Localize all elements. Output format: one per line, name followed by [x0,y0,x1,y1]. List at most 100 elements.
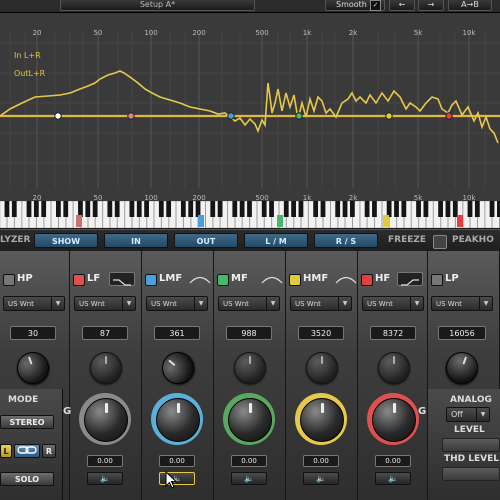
chevron-down-icon: ▼ [338,297,351,310]
band-hmf-freq[interactable]: 3520 [298,326,344,340]
piano-black-key [11,201,17,217]
band-hf-q-knob[interactable] [378,352,410,384]
smooth-toggle[interactable]: Smooth ✓ [325,0,385,11]
eq-graph-svg: 20 50 100 200 500 1k 2k 5k 10k 20 50 100 200 500 1k 2k… [0,29,500,201]
band-lf-shape-button[interactable] [109,272,135,286]
solo-button[interactable]: SOLO [0,472,54,486]
top-toolbar: Setup A* Smooth ✓ ← → A→B [0,0,500,13]
band-lf-toggle[interactable] [73,274,85,286]
band-hf-gain-value[interactable]: 0.00 [375,455,411,467]
band-hf-gain-knob[interactable] [372,398,416,442]
band-lf-gain-knob[interactable] [84,398,128,442]
piano-black-key [350,201,355,217]
band-hf-toggle[interactable] [361,274,373,286]
band-lmf-gain-knob[interactable] [156,398,200,442]
band-mf-q-knob[interactable] [234,352,266,384]
preset-name[interactable]: Setup A* [60,0,255,11]
left-arrow-icon: ← [398,0,406,9]
band-lf-freq[interactable]: 87 [82,326,128,340]
smooth-checkbox[interactable]: ✓ [370,0,381,11]
thd-level-slider[interactable] [442,467,500,481]
band-mf-type-select[interactable]: US Wnt ▼ [218,296,280,311]
right-channel-button[interactable]: R [42,444,56,458]
analyzer-curve [0,70,499,144]
band-lmf-gain-value[interactable]: 0.00 [159,455,195,467]
band-lmf-type-select[interactable]: US Wnt ▼ [146,296,208,311]
redo-button[interactable]: → [418,0,444,11]
band-mf-toggle[interactable] [217,274,229,286]
band-hf-solo-button[interactable]: 🔈 [375,472,411,485]
freeze-checkbox[interactable] [433,235,447,249]
band-hf-freq[interactable]: 8372 [370,326,416,340]
piano-black-key [401,201,407,217]
band-lf-q-knob[interactable] [90,352,122,384]
band-lmf-freq[interactable]: 361 [154,326,200,340]
band-hf-type-select[interactable]: US Wnt ▼ [362,296,424,311]
band-mf-freq[interactable]: 988 [226,326,272,340]
stereo-mode-button[interactable]: STEREO [0,415,54,429]
band-lf-gain-value[interactable]: 0.00 [87,455,123,467]
band-lp-freq[interactable]: 16056 [438,326,486,340]
bell-shape-icon[interactable] [261,274,283,286]
piano-black-key [416,201,421,217]
piano-band-marker [76,215,82,227]
analyzer-in-button[interactable]: IN [104,233,168,248]
analyzer-rs-button[interactable]: R / S [314,233,378,248]
bell-shape-icon[interactable] [335,274,357,286]
band-hmf-toggle[interactable] [289,274,301,286]
freq-label-bottom: 200 [192,194,205,201]
speaker-icon: 🔈 [388,474,398,483]
band-node [54,112,62,120]
band-mf-gain-value[interactable]: 0.00 [231,455,267,467]
piano-black-key [114,201,120,217]
band-lmf-toggle[interactable] [145,274,157,286]
band-lp-freq-knob[interactable] [441,347,483,389]
piano-keyboard[interactable] [0,201,500,228]
piano-black-key [261,201,267,217]
band-mf-gain-knob[interactable] [228,398,272,442]
analog-select[interactable]: Off ▼ [446,407,490,422]
band-node [385,112,393,120]
piano-black-key [78,201,83,217]
band-hf-shape-button[interactable] [397,272,423,286]
ab-compare-button[interactable]: A→B [448,0,492,11]
link-channels-button[interactable] [14,444,40,458]
analyzer-lm-button[interactable]: L / M [244,233,308,248]
band-hp-toggle[interactable] [3,274,15,286]
band-hmf-gain-value[interactable]: 0.00 [303,455,339,467]
band-node [227,112,235,120]
analyzer-out-button[interactable]: OUT [174,233,238,248]
bell-shape-icon[interactable] [189,274,211,286]
band-hmf-gain-knob[interactable] [300,398,344,442]
gain-symbol-right: G [418,406,427,417]
band-hp-freq[interactable]: 30 [10,326,56,340]
freq-label-bottom: 1k [303,194,312,201]
band-hp-freq-knob[interactable] [12,347,54,389]
analyzer-show-button[interactable]: SHOW [34,233,98,248]
piano-black-key [195,201,201,217]
band-hmf-type-select[interactable]: US Wnt ▼ [290,296,352,311]
band-lf-solo-button[interactable]: 🔈 [87,472,123,485]
band-lp-type-select[interactable]: US Wnt ▼ [431,296,493,311]
piano-black-key [467,201,473,217]
smooth-label: Smooth [336,0,367,9]
eq-graph[interactable]: 20 50 100 200 500 1k 2k 5k 10k 20 50 100 200 500 1k 2k… [0,13,500,201]
band-lp-toggle[interactable] [431,274,443,286]
band-mf-solo-button[interactable]: 🔈 [231,472,267,485]
band-controls: HP US Wnt ▼ 30 LF US Wnt ▼ 87 0.00 🔈 LMF U… [0,251,500,500]
band-hmf: HMF US Wnt ▼ 3520 0.00 🔈 [286,251,358,500]
undo-button[interactable]: ← [389,0,415,11]
band-hmf-solo-button[interactable]: 🔈 [303,472,339,485]
band-hp-type-select[interactable]: US Wnt ▼ [3,296,65,311]
band-hf-name: HF [375,273,391,284]
piano-black-key [92,201,98,217]
band-lmf-q-knob[interactable] [155,345,201,391]
band-lf-type-select[interactable]: US Wnt ▼ [74,296,136,311]
left-channel-button[interactable]: L [0,444,12,458]
band-hf: HF US Wnt ▼ 8372 0.00 🔈 [358,251,428,500]
peakhold-label: PEAKHO [452,235,494,245]
level-slider[interactable] [442,438,500,452]
band-hmf-q-knob[interactable] [306,352,338,384]
band-hmf-name: HMF [303,273,329,284]
speaker-icon: 🔈 [100,474,110,483]
